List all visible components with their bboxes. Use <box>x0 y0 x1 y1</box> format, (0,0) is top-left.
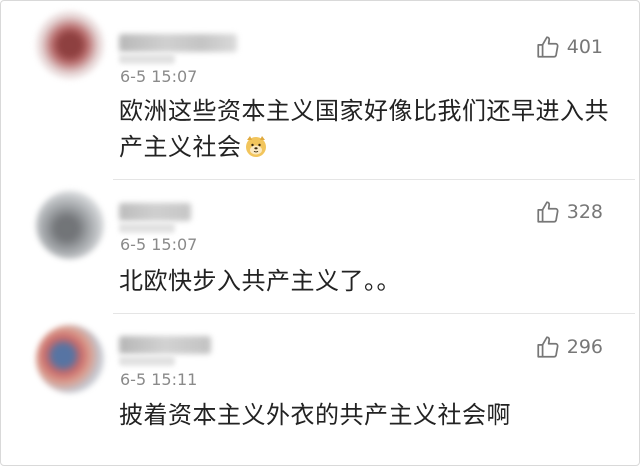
username-blurred[interactable] <box>119 203 191 221</box>
avatar[interactable] <box>36 11 104 79</box>
divider <box>113 179 635 180</box>
avatar[interactable] <box>36 191 104 259</box>
comment-timestamp: 6-5 15:11 <box>120 370 198 389</box>
like-count: 328 <box>566 201 603 223</box>
thumbs-up-icon <box>537 336 559 358</box>
comment-text-content: 欧洲这些资本主义国家好像比我们还早进入共产主义社会 <box>119 97 609 161</box>
like-count: 296 <box>566 336 603 358</box>
comment-text: 披着资本主义外衣的共产主义社会啊 <box>119 401 511 429</box>
comment-text: 北欧快步入共产主义了。。 <box>119 267 401 295</box>
comment-timestamp: 6-5 15:07 <box>120 235 198 254</box>
comment-list: 6-5 15:07 401 欧洲这些资本主义国家好像比我们还早进入共产主义社会 <box>0 0 640 466</box>
like-button[interactable]: 296 <box>535 334 603 360</box>
user-badge-blurred <box>119 54 175 64</box>
like-button[interactable]: 328 <box>535 199 603 225</box>
user-badge-blurred <box>119 223 175 233</box>
user-badge-blurred <box>119 356 175 366</box>
avatar[interactable] <box>36 325 104 393</box>
username-blurred[interactable] <box>119 336 211 354</box>
doge-emoji-icon <box>245 136 266 157</box>
like-count: 401 <box>566 36 603 58</box>
divider <box>113 313 635 314</box>
like-button[interactable]: 401 <box>535 34 603 60</box>
comment-timestamp: 6-5 15:07 <box>120 67 198 86</box>
username-blurred[interactable] <box>119 34 237 52</box>
comment-text: 欧洲这些资本主义国家好像比我们还早进入共产主义社会 <box>119 93 619 165</box>
thumbs-up-icon <box>537 36 559 58</box>
thumbs-up-icon <box>537 201 559 223</box>
